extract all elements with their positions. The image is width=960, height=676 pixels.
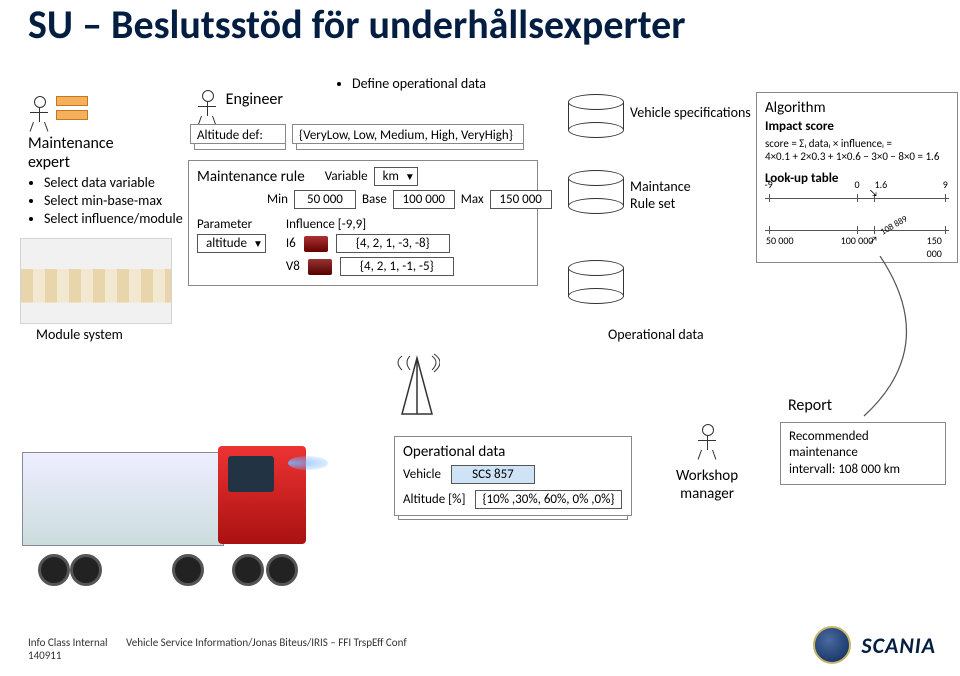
- parameter-label: Parameter: [197, 217, 266, 232]
- scale-label: -9: [765, 178, 773, 191]
- max-field[interactable]: 150 000: [490, 190, 552, 209]
- algorithm-panel: Algorithm Impact score score = Σᵢ dataᵢ …: [756, 92, 958, 263]
- altitude-def-label-box: Altitude def:: [190, 124, 286, 144]
- variable-dropdown[interactable]: km: [374, 167, 418, 186]
- altitude-def-value-box: {VeryLow, Low, Medium, High, VeryHigh}: [292, 124, 524, 144]
- variable-label: Variable: [325, 169, 368, 184]
- impact-score-label: Impact score: [765, 119, 949, 134]
- engineer-heading: Engineer: [226, 90, 283, 109]
- scania-wordmark: SCANIA: [861, 632, 936, 659]
- person-icon: [28, 96, 50, 132]
- maintenance-expert-bullets: Select data variable Select min-base-max…: [28, 174, 188, 227]
- footer-center: Vehicle Service Information/Jonas Biteus…: [126, 636, 407, 649]
- person-icon: [696, 424, 718, 460]
- altitude-pct-label: Altitude [%]: [403, 492, 465, 507]
- truck-illustration: [22, 430, 342, 590]
- cylinder-icon: [568, 260, 622, 304]
- scale-label: 50 000: [766, 234, 794, 247]
- module-system-thumbnail: [20, 238, 172, 324]
- scania-logo: SCANIA: [813, 626, 936, 664]
- rule-set-label: Maintance Rule set: [630, 178, 691, 212]
- report-line: Recommended: [789, 429, 937, 445]
- maintenance-expert-block: Maintenance expert Select data variable …: [28, 96, 188, 228]
- footer-info-class: Info Class Internal: [28, 636, 108, 649]
- maintenance-rule-panel: Maintenance rule Variable km Min 50 000 …: [188, 160, 538, 286]
- report-line: maintenance: [789, 445, 937, 461]
- module-v8: V8: [286, 259, 300, 274]
- report-panel: Recommended maintenance intervall: 108 0…: [780, 422, 946, 485]
- workshop-manager-block: Workshop manager: [676, 424, 738, 503]
- vehicle-label: Vehicle: [403, 467, 441, 482]
- influence-label: Influence [-9,9]: [286, 217, 454, 232]
- connector-line: [860, 256, 950, 420]
- algorithm-title: Algorithm: [765, 99, 949, 117]
- module-system-label: Module system: [36, 326, 123, 343]
- score-formula-2: 4×0.1 + 2×0.3 + 1×0.6 − 3×0 − 8×0 = 1.6: [765, 150, 949, 163]
- maintenance-expert-heading: Maintenance expert: [28, 134, 188, 172]
- score-formula-1: score = Σᵢ dataᵢ × influenceᵢ =: [765, 137, 949, 150]
- report-title: Report: [788, 396, 832, 415]
- lookup-top-scale: -9 0 9 ↘ 1.6: [765, 188, 949, 220]
- altitude-pct-value[interactable]: {10% ,30%, 60%, 0% ,0%}: [475, 490, 621, 509]
- lookup-bottom-scale: 50 000 100 000 150 000 ↗ 108 889: [765, 220, 949, 252]
- engine-icon: [308, 259, 332, 275]
- person-icon: [196, 90, 218, 126]
- vehicle-value[interactable]: SCS 857: [451, 465, 535, 484]
- operational-data-label: Operational data: [608, 326, 704, 343]
- engine-icon: [304, 236, 328, 252]
- max-label: Max: [461, 192, 484, 207]
- page-title: SU – Beslutsstöd för underhållsexperter: [28, 0, 685, 49]
- bullet: Select min-base-max: [44, 192, 188, 209]
- cylinder-icon: [568, 94, 622, 138]
- report-line: intervall: 108 000 km: [789, 462, 937, 478]
- scania-griffin-icon: [813, 626, 851, 664]
- v8-values[interactable]: {4, 2, 1, -1, -5}: [340, 257, 454, 276]
- bullet: Select data variable: [44, 174, 188, 191]
- footer: Info Class Internal Vehicle Service Info…: [28, 636, 407, 662]
- min-field[interactable]: 50 000: [294, 190, 356, 209]
- marker-icon: ↗: [869, 233, 878, 246]
- base-field[interactable]: 100 000: [393, 190, 455, 209]
- cylinder-icon: [568, 170, 622, 214]
- bullet: Select influence/module: [44, 210, 188, 227]
- parameter-dropdown[interactable]: altitude: [197, 234, 266, 253]
- workshop-manager-label: Workshop manager: [676, 467, 738, 503]
- vehicle-specs-label: Vehicle specifications: [630, 104, 751, 121]
- scale-label: 0: [854, 178, 859, 191]
- footer-date: 140911: [28, 649, 407, 662]
- min-label: Min: [267, 192, 288, 207]
- module-i6: I6: [286, 236, 296, 251]
- define-op-data-bullet: Define operational data: [352, 75, 486, 92]
- scale-label: 9: [943, 178, 948, 191]
- scale-marker: 1.6: [875, 178, 888, 191]
- antenna-icon: [394, 348, 440, 418]
- base-label: Base: [362, 192, 387, 207]
- op-data-title: Operational data: [403, 443, 623, 461]
- operational-data-panel: Operational data Vehicle SCS 857 Altitud…: [394, 436, 632, 516]
- maint-rule-title: Maintenance rule: [197, 168, 305, 186]
- i6-values[interactable]: {4, 2, 1, -3, -8}: [336, 234, 450, 253]
